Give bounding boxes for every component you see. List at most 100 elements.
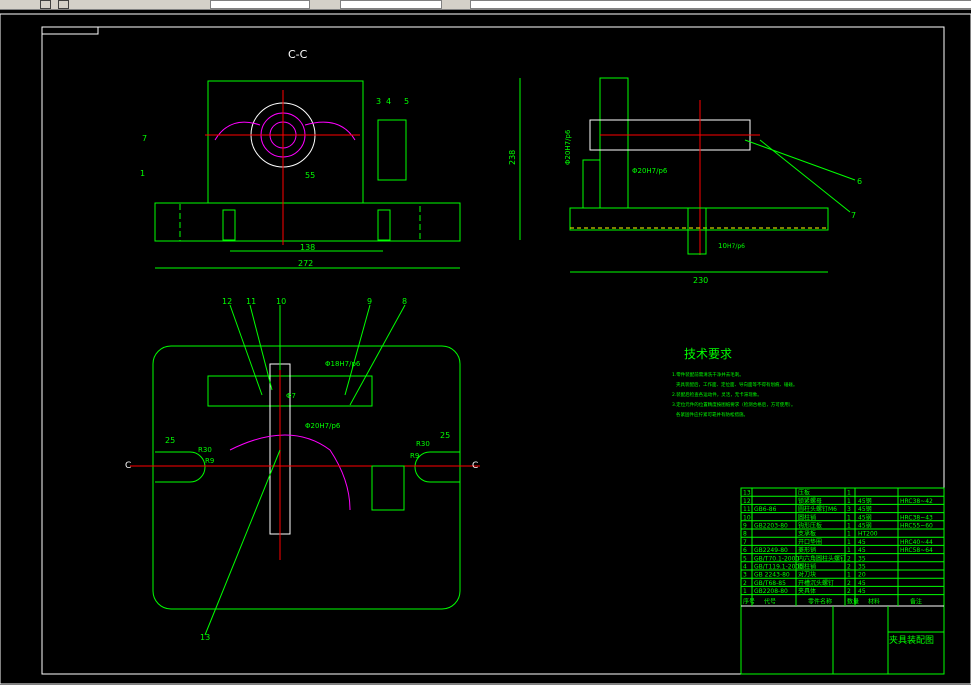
parts-cell: HRC38~42 [900, 498, 933, 505]
linetype-dropdown[interactable] [340, 0, 442, 9]
parts-cell: 45钢 [858, 505, 872, 513]
tech-line: 夹具装配后，工作面、定位面、导向面等不得有划痕、磕碰。 [676, 381, 798, 388]
parts-list: 13 压板 112 锁紧螺母 1 45钢 HRC38~4211 GB6-86 圆柱头螺钉M6 3 4… [741, 489, 944, 606]
section-mark-right: C [472, 461, 478, 471]
layer-dropdown[interactable] [210, 0, 310, 9]
tech-line: 3.定位元件的位置精度按图纸要求（检测合格后，方可使用）。 [672, 401, 796, 408]
balloon: 1 [140, 169, 145, 178]
parts-cell: 1 [847, 514, 851, 521]
drawing-canvas[interactable]: C-C C C 55 138 272 238 230 Φ20H7/p6 Φ20H… [0, 10, 971, 685]
parts-header-cell: 序号 [743, 598, 755, 606]
corner-box [41, 26, 99, 35]
parts-cell: 45 [858, 580, 866, 587]
parts-cell: GB2203-80 [754, 523, 788, 530]
parts-cell: GB/T119.1-2000 [754, 564, 803, 571]
tech-line: 2.装配后检查各运动件，灵活，无卡滞现象。 [672, 391, 762, 398]
balloon: 10 [276, 297, 286, 306]
parts-cell: 45钢 [858, 522, 872, 530]
parts-cell: 开口垫圈 [798, 538, 822, 546]
parts-cell: GB 2243-80 [754, 572, 790, 579]
parts-cell: 2 [847, 555, 851, 562]
parts-cell: GB/T70.1-2000 [754, 555, 799, 562]
tech-requirements-title: 技术要求 [684, 347, 732, 361]
parts-cell: 7 [743, 539, 747, 546]
balloon: 6 [857, 177, 862, 186]
parts-cell: 2 [847, 580, 851, 587]
dim-230: 230 [693, 276, 708, 285]
parts-cell: 1 [847, 539, 851, 546]
toolbar-button[interactable] [58, 0, 69, 9]
balloon: 9 [367, 297, 372, 306]
parts-cell: 圆柱头螺钉M6 [798, 505, 837, 513]
parts-cell: 锁紧螺母 [798, 497, 822, 505]
section-label: C-C [288, 48, 308, 61]
balloon: 12 [222, 297, 232, 306]
balloon: 3 [376, 97, 381, 106]
parts-cell: 1 [847, 490, 851, 497]
parts-header-cell: 零件名称 [808, 598, 832, 606]
parts-cell: HT200 [858, 531, 878, 538]
parts-cell: 45 [858, 539, 866, 546]
parts-cell: 1 [847, 547, 851, 554]
parts-cell: 45钢 [858, 513, 872, 521]
parts-cell: 菱形销 [798, 546, 816, 554]
parts-cell: 1 [847, 572, 851, 579]
parts-cell: HRC55~60 [900, 523, 933, 530]
parts-cell: 6 [743, 547, 747, 554]
balloon: 7 [142, 134, 147, 143]
parts-cell: 35 [858, 564, 866, 571]
tech-line: 1.零件装配前需清洗干净并去毛刺。 [672, 371, 744, 378]
dim-r9-left: R9 [205, 457, 214, 465]
toolbar-button[interactable] [40, 0, 51, 9]
parts-cell: 45钢 [858, 497, 872, 505]
balloon: 5 [404, 97, 409, 106]
dim-r30-left: R30 [198, 446, 212, 454]
drawing-title: 夹具装配图 [889, 634, 934, 646]
dim-fit-plan-1: Φ18H7/p6 [325, 360, 361, 368]
parts-cell: GB2249-80 [754, 547, 788, 554]
parts-cell: HRC58~64 [900, 547, 933, 554]
parts-cell: 内六角圆柱头螺钉 [798, 554, 846, 562]
parts-cell: 2 [743, 580, 747, 587]
dim-138: 138 [300, 243, 315, 252]
toolbar [0, 0, 971, 10]
parts-cell: 圆柱销 [798, 563, 816, 571]
balloon: 11 [246, 297, 256, 306]
side-view [519, 77, 856, 273]
parts-cell: 1 [847, 498, 851, 505]
parts-cell: 压板 [798, 489, 810, 497]
dim-10: 10 [718, 242, 727, 250]
dim-fit-plan-3: Φ7 [286, 392, 296, 400]
parts-cell: 对刀块 [798, 571, 816, 579]
parts-cell: 夹具体 [798, 587, 816, 595]
parts-cell: 钩形压板 [798, 522, 822, 530]
parts-cell: 2 [847, 588, 851, 595]
dim-25-left: 25 [165, 436, 175, 445]
dim-fit-plan-2: Φ20H7/p6 [305, 422, 341, 430]
balloon: 7 [851, 211, 856, 220]
parts-cell: 支承板 [798, 530, 816, 538]
lineweight-dropdown[interactable] [470, 0, 971, 9]
parts-cell: 12 [743, 498, 751, 505]
parts-cell: HRC38~43 [900, 514, 933, 521]
plan-view [130, 304, 480, 636]
parts-cell: 45 [858, 547, 866, 554]
section-mark-left: C [125, 461, 131, 471]
parts-cell: GB6-86 [754, 506, 777, 513]
parts-cell: 8 [743, 531, 747, 538]
dim-238: 238 [508, 150, 517, 165]
parts-cell: HRC40~44 [900, 539, 933, 546]
parts-cell: 20 [858, 572, 866, 579]
parts-cell: 10 [743, 514, 751, 521]
parts-header-cell: 代号 [764, 598, 776, 606]
dim-fit-side-2: Φ20H7/p6 [632, 167, 668, 175]
parts-cell: 11 [743, 506, 751, 513]
parts-cell: GB/T68-85 [754, 580, 786, 587]
dim-fit-side-3: H7/p6 [727, 243, 745, 250]
dim-55: 55 [305, 171, 315, 180]
dim-25-right: 25 [440, 431, 450, 440]
dim-r9-right: R9 [410, 452, 419, 460]
parts-cell: 5 [743, 555, 747, 562]
parts-cell: 开槽沉头螺钉 [798, 579, 834, 587]
balloon: 4 [386, 97, 391, 106]
